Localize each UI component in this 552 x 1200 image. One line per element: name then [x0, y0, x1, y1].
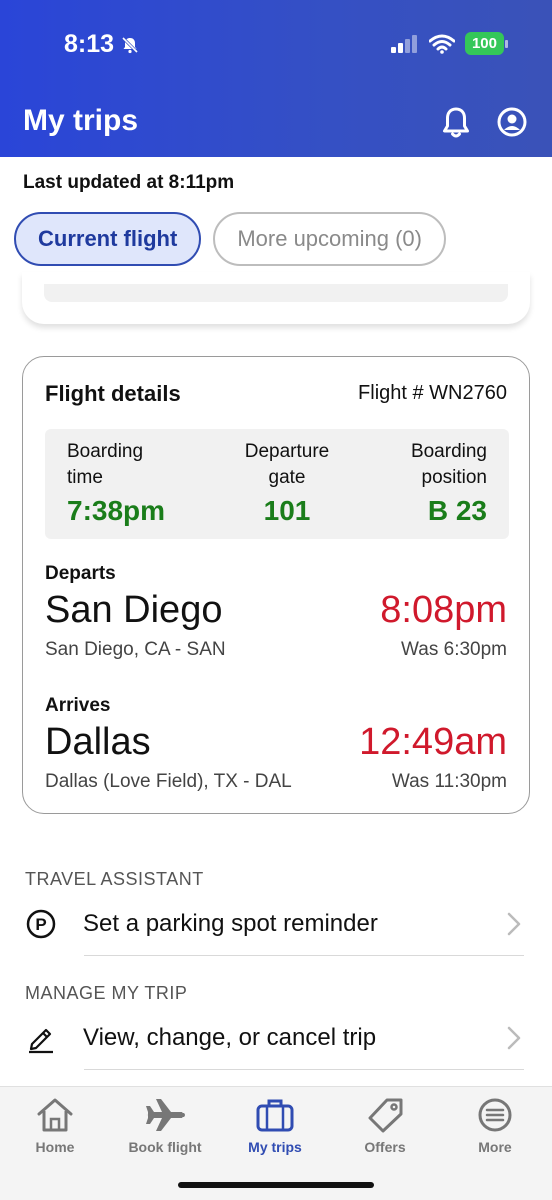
- flight-details-title: Flight details: [45, 381, 181, 406]
- change-trip-row[interactable]: View, change, or cancel trip: [25, 1008, 525, 1068]
- last-updated-text: Last updated at 8:11pm: [23, 172, 235, 193]
- tabbar-book-flight[interactable]: Book flight: [110, 1095, 220, 1155]
- departs-label: Departs: [45, 563, 116, 584]
- tabbar-my-trips-label: My trips: [248, 1139, 302, 1155]
- clock: 8:13: [64, 30, 115, 58]
- tab-more-upcoming[interactable]: More upcoming (0): [213, 212, 446, 266]
- manage-trip-heading: MANAGE MY TRIP: [25, 983, 188, 1003]
- arrives-airport: Dallas (Love Field), TX - DAL: [45, 771, 292, 792]
- tabbar-home[interactable]: Home: [0, 1095, 110, 1155]
- departs-city: San Diego: [45, 589, 223, 631]
- bell-muted-icon: [121, 36, 139, 53]
- header-actions: [440, 106, 528, 140]
- position-label-1: Boarding: [410, 441, 487, 462]
- tab-current-flight[interactable]: Current flight: [14, 212, 202, 266]
- arrives-label: Arrives: [45, 695, 111, 716]
- wifi-icon: [428, 34, 455, 54]
- flight-details-card: Flight details Flight # WN2760 Boarding …: [22, 356, 530, 814]
- status-time: 8:13: [64, 30, 140, 59]
- airplane-icon: [146, 1099, 185, 1131]
- divider: [84, 1069, 524, 1070]
- arrives-original-time: Was 11:30pm: [391, 771, 507, 792]
- arrives-city: Dallas: [45, 721, 151, 763]
- home-icon: [37, 1098, 73, 1132]
- svg-text:P: P: [35, 915, 46, 934]
- chevron-right-icon: [507, 912, 521, 936]
- position-label-2: position: [421, 467, 488, 488]
- notification-bell-icon[interactable]: [440, 106, 472, 140]
- parking-reminder-label: Set a parking spot reminder: [83, 910, 378, 937]
- tabbar-my-trips[interactable]: My trips: [220, 1095, 330, 1155]
- divider: [84, 955, 524, 956]
- briefcase-icon: [256, 1099, 294, 1132]
- battery-indicator: 100: [464, 32, 509, 55]
- previous-card-strip: [44, 284, 508, 302]
- parking-icon: P: [26, 909, 56, 939]
- tag-icon: [368, 1098, 403, 1133]
- page-title: My trips: [23, 104, 139, 137]
- account-icon[interactable]: [496, 106, 528, 138]
- trip-tabs: Current flight More upcoming (0): [14, 212, 446, 266]
- parking-reminder-row[interactable]: P Set a parking spot reminder: [25, 894, 525, 954]
- tabbar-home-label: Home: [35, 1139, 75, 1155]
- app-header: 8:13 100 My trips: [0, 0, 552, 157]
- change-trip-label: View, change, or cancel trip: [83, 1024, 377, 1051]
- status-icons: 100: [390, 32, 509, 55]
- departs-original-time: Was 6:30pm: [401, 639, 507, 660]
- pencil-icon: [29, 1028, 53, 1054]
- tabbar-more[interactable]: More: [440, 1095, 550, 1155]
- cellular-signal-icon: [390, 34, 417, 53]
- chevron-right-icon: [507, 1026, 521, 1050]
- flight-number: Flight # WN2760: [358, 382, 507, 404]
- boarding-info-box: Boarding time 7:38pm Departure gate 101 …: [45, 429, 509, 539]
- arrives-time: 12:49am: [359, 721, 507, 763]
- departs-airport: San Diego, CA - SAN: [45, 639, 226, 660]
- departs-time: 8:08pm: [380, 589, 507, 631]
- position-value: B 23: [427, 495, 487, 526]
- tabbar-more-label: More: [478, 1139, 512, 1155]
- boarding-position-block: Boarding position B 23: [411, 439, 487, 527]
- tabbar-book-flight-label: Book flight: [128, 1139, 202, 1155]
- home-indicator[interactable]: [178, 1182, 374, 1188]
- previous-card-bottom: [22, 272, 530, 324]
- travel-assistant-heading: TRAVEL ASSISTANT: [25, 869, 204, 889]
- menu-icon: [478, 1098, 512, 1132]
- tabbar-offers-label: Offers: [364, 1139, 406, 1155]
- tabbar-offers[interactable]: Offers: [330, 1095, 440, 1155]
